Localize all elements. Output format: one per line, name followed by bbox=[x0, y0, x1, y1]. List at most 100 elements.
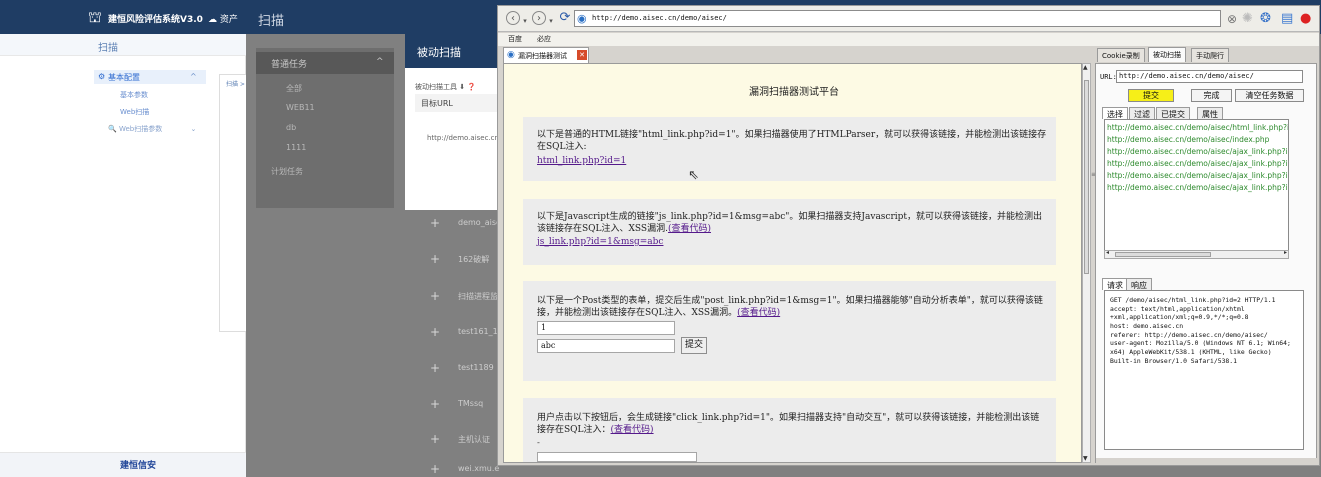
tab-select[interactable]: 选择 bbox=[1102, 107, 1128, 119]
scroll-up-icon[interactable]: ▲ bbox=[1083, 64, 1088, 71]
tab-properties[interactable]: 属性 bbox=[1197, 107, 1223, 119]
expand-icon[interactable]: + bbox=[430, 252, 440, 266]
favorites-icon[interactable]: ❂ bbox=[1260, 11, 1271, 27]
scroll-right-icon[interactable]: ▸ bbox=[1284, 249, 1287, 256]
page-icon[interactable]: ▤ bbox=[1281, 11, 1293, 27]
table-row[interactable]: +162破解 bbox=[420, 246, 500, 272]
scrollbar-thumb[interactable] bbox=[1084, 80, 1089, 274]
request-text-area[interactable]: GET /demo/aisec/html_link.php?id=2 HTTP/… bbox=[1104, 290, 1304, 450]
nav-asset-link[interactable]: ☁ 资产 bbox=[208, 12, 238, 25]
task-item[interactable]: 全部 bbox=[286, 83, 302, 94]
expand-icon[interactable]: + bbox=[430, 462, 440, 476]
tab-submitted[interactable]: 已提交 bbox=[1156, 107, 1190, 119]
table-header: 目标URL bbox=[415, 94, 500, 112]
list-item[interactable]: http://demo.aisec.cn/demo/aisec/ajax_lin… bbox=[1107, 147, 1288, 156]
tab-response[interactable]: 响应 bbox=[1126, 278, 1152, 290]
scroll-down-icon[interactable]: ▼ bbox=[1083, 455, 1088, 462]
row-name: demo_aise bbox=[458, 218, 501, 227]
task-item[interactable]: db bbox=[286, 123, 296, 132]
js-link[interactable]: js_link.php?id=1&msg=abc bbox=[537, 237, 663, 247]
row-name: 162破解 bbox=[458, 255, 490, 264]
done-button[interactable]: 完成 bbox=[1191, 89, 1232, 102]
request-line: GET /demo/aisec/html_link.php?id=2 HTTP/… bbox=[1110, 296, 1276, 304]
address-text: http://demo.aisec.cn/demo/aisec/ bbox=[592, 14, 727, 22]
table-row[interactable]: + test1189 bbox=[420, 355, 500, 381]
clear-address-icon[interactable]: ⊗ bbox=[1227, 11, 1237, 27]
download-icon[interactable]: ⬇ bbox=[459, 83, 465, 91]
task-item[interactable]: 1111 bbox=[286, 143, 306, 152]
table-row[interactable]: + 主机认证 bbox=[420, 426, 500, 452]
modal-tool-row: 被动扫描工具 ⬇ ❓ bbox=[415, 82, 476, 92]
refresh-icon[interactable]: ⟳ bbox=[558, 11, 572, 25]
table-row[interactable]: + TMssq bbox=[420, 391, 500, 417]
tab-cookie-record[interactable]: Cookie录制 bbox=[1097, 48, 1145, 62]
nav-scan-link[interactable]: 扫描 bbox=[258, 10, 284, 29]
scrollbar-thumb[interactable] bbox=[1115, 252, 1211, 257]
click-control[interactable] bbox=[537, 452, 697, 462]
view-code-link[interactable]: (查看代码) bbox=[611, 425, 654, 435]
msg-input[interactable]: abc bbox=[537, 339, 675, 353]
expand-icon[interactable]: + bbox=[430, 325, 440, 339]
section-click-link: 用户点击以下按钮后，会生成链接"click_link.php?id=1"。如果扫… bbox=[523, 398, 1056, 462]
task-item-scheduled[interactable]: 计划任务 bbox=[271, 166, 303, 177]
clear-task-data-button[interactable]: 清空任务数据 bbox=[1235, 89, 1304, 102]
bookmark-bing[interactable]: 必应 bbox=[537, 34, 551, 44]
view-code-link[interactable]: (查看代码) bbox=[668, 224, 711, 234]
sidebar-item-web-scan[interactable]: Web扫描 bbox=[120, 107, 149, 117]
loading-spinner-icon: ✺ bbox=[1242, 11, 1253, 26]
sidebar-item-basic-config[interactable]: ⚙ 基本配置 ^ bbox=[94, 70, 206, 84]
tab-filter[interactable]: 过滤 bbox=[1129, 107, 1155, 119]
back-icon[interactable]: ‹ bbox=[506, 11, 520, 25]
section-text: 以下是Javascript生成的链接"js_link.php?id=1&msg=… bbox=[537, 211, 1047, 235]
sidebar-item-basic-params[interactable]: 基本参数 bbox=[120, 90, 148, 100]
mouse-cursor-icon: ⇖ bbox=[688, 168, 699, 183]
request-line: user-agent: Mozilla/5.0 (Windows NT 6.1;… bbox=[1110, 339, 1291, 347]
request-line: +xml,application/xml;q=0.9,*/*;q=0.8 bbox=[1110, 313, 1249, 321]
forward-dropdown-icon[interactable]: ▾ bbox=[548, 14, 554, 25]
list-item[interactable]: http://demo.aisec.cn/demo/aisec/ajax_lin… bbox=[1107, 183, 1288, 192]
view-code-link[interactable]: (查看代码) bbox=[737, 308, 780, 318]
panel-url-input[interactable]: http://demo.aisec.cn/demo/aisec/ bbox=[1116, 70, 1303, 83]
task-panel-title: 普通任务 bbox=[271, 60, 308, 70]
expand-icon[interactable]: + bbox=[430, 289, 440, 303]
url-list-horizontal-scrollbar[interactable]: ◂ ▸ bbox=[1104, 249, 1289, 259]
table-row[interactable]: + wei.xmu.e bbox=[420, 456, 500, 477]
submit-button[interactable]: 提交 bbox=[1128, 89, 1174, 102]
table-row[interactable]: + 扫描进程监 bbox=[420, 283, 500, 309]
bookmark-baidu[interactable]: 百度 bbox=[508, 34, 522, 44]
forward-icon[interactable]: › bbox=[532, 11, 546, 25]
captured-url-list[interactable]: http://demo.aisec.cn/demo/aisec/html_lin… bbox=[1104, 119, 1289, 259]
tab-request[interactable]: 请求 bbox=[1102, 278, 1128, 290]
list-item[interactable]: http://demo.aisec.cn/demo/aisec/ajax_lin… bbox=[1107, 159, 1288, 168]
expand-icon[interactable]: + bbox=[430, 361, 440, 375]
address-input[interactable]: ◉ http://demo.aisec.cn/demo/aisec/ bbox=[574, 10, 1221, 27]
table-row[interactable]: + demo_aise bbox=[420, 210, 501, 236]
task-panel-header[interactable]: 普通任务 ^ bbox=[256, 52, 394, 74]
app-title: 建恒风险评估系统V3.0 bbox=[108, 15, 203, 25]
footer-logo: 建恒信安 bbox=[120, 461, 157, 471]
table-row[interactable]: + test161_1 bbox=[420, 319, 500, 345]
scroll-left-icon[interactable]: ◂ bbox=[1106, 249, 1109, 256]
help-icon[interactable]: ❓ bbox=[467, 83, 476, 91]
expand-icon[interactable]: + bbox=[430, 397, 440, 411]
page-vertical-scrollbar[interactable]: ▲ ▼ bbox=[1082, 63, 1091, 463]
form-submit-button[interactable]: 提交 bbox=[681, 337, 707, 354]
list-item[interactable]: http://demo.aisec.cn/demo/aisec/html_lin… bbox=[1107, 123, 1288, 132]
task-item[interactable]: WEB11 bbox=[286, 103, 315, 112]
tab-scanner-test[interactable]: ◉ 漏洞扫描器测试 ✕ bbox=[503, 47, 589, 63]
settings-icon[interactable]: ● bbox=[1300, 11, 1311, 27]
list-item[interactable]: http://demo.aisec.cn/demo/aisec/ajax_lin… bbox=[1107, 171, 1288, 180]
request-line: Built-in Browser/1.0 Safari/538.1 bbox=[1110, 357, 1237, 365]
chevron-up-icon: ^ bbox=[376, 57, 384, 67]
tab-manual-crawl[interactable]: 手动爬行 bbox=[1191, 48, 1229, 62]
id-input[interactable]: 1 bbox=[537, 321, 675, 335]
sidebar-item-web-scan-params[interactable]: 🔍 Web扫描参数 ⌄ bbox=[108, 124, 196, 134]
close-tab-icon[interactable]: ✕ bbox=[577, 50, 587, 60]
modal-header: 被动扫描 bbox=[405, 34, 500, 68]
html-link[interactable]: html_link.php?id=1 bbox=[537, 156, 626, 166]
back-dropdown-icon[interactable]: ▾ bbox=[522, 14, 528, 25]
expand-icon[interactable]: + bbox=[430, 216, 440, 230]
tab-passive-scan[interactable]: 被动扫描 bbox=[1148, 47, 1186, 62]
expand-icon[interactable]: + bbox=[430, 432, 440, 446]
list-item[interactable]: http://demo.aisec.cn/demo/aisec/index.ph… bbox=[1107, 135, 1269, 144]
